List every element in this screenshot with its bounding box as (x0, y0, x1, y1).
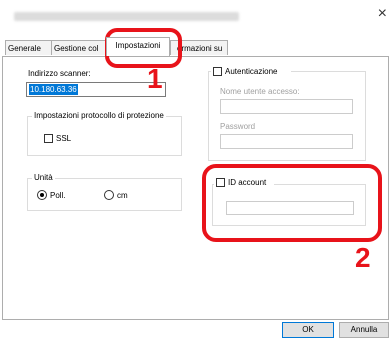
scanner-address-value: 10.180.63.36 (29, 84, 78, 95)
username-label: Nome utente accesso: (220, 87, 300, 96)
password-label: Password (220, 122, 256, 131)
tab-generale[interactable]: Generale (5, 40, 52, 55)
radio-poll[interactable] (37, 190, 47, 200)
callout-number-2: 2 (355, 242, 371, 273)
scanner-address-label: Indirizzo scanner: (28, 69, 91, 78)
units-group-title: Unità (32, 173, 55, 182)
radio-cm[interactable] (104, 190, 114, 200)
radio-cm-label: cm (117, 191, 128, 200)
window-title (14, 12, 239, 21)
callout-box-2 (202, 164, 382, 242)
auth-checkbox[interactable] (213, 67, 222, 76)
tab-gestione-colori[interactable]: Gestione col (51, 40, 106, 55)
callout-number-1: 1 (147, 63, 163, 94)
radio-poll-label: Poll. (50, 191, 66, 200)
username-input[interactable] (220, 99, 353, 114)
close-icon[interactable]: × (378, 6, 387, 22)
password-input[interactable] (220, 134, 353, 149)
tab-bar: Generale Gestione col Impostazioni ormaz… (0, 37, 391, 57)
protocol-group-title: Impostazioni protocollo di protezione (32, 111, 166, 120)
tab-impostazioni[interactable]: Impostazioni (106, 37, 170, 56)
ssl-checkbox[interactable] (44, 134, 53, 143)
cancel-button[interactable]: Annulla (339, 322, 389, 338)
ok-button[interactable]: OK (282, 322, 334, 338)
ssl-label: SSL (56, 134, 72, 143)
auth-label: Autenticazione (225, 67, 278, 76)
scanner-address-input[interactable]: 10.180.63.36 (26, 82, 166, 97)
